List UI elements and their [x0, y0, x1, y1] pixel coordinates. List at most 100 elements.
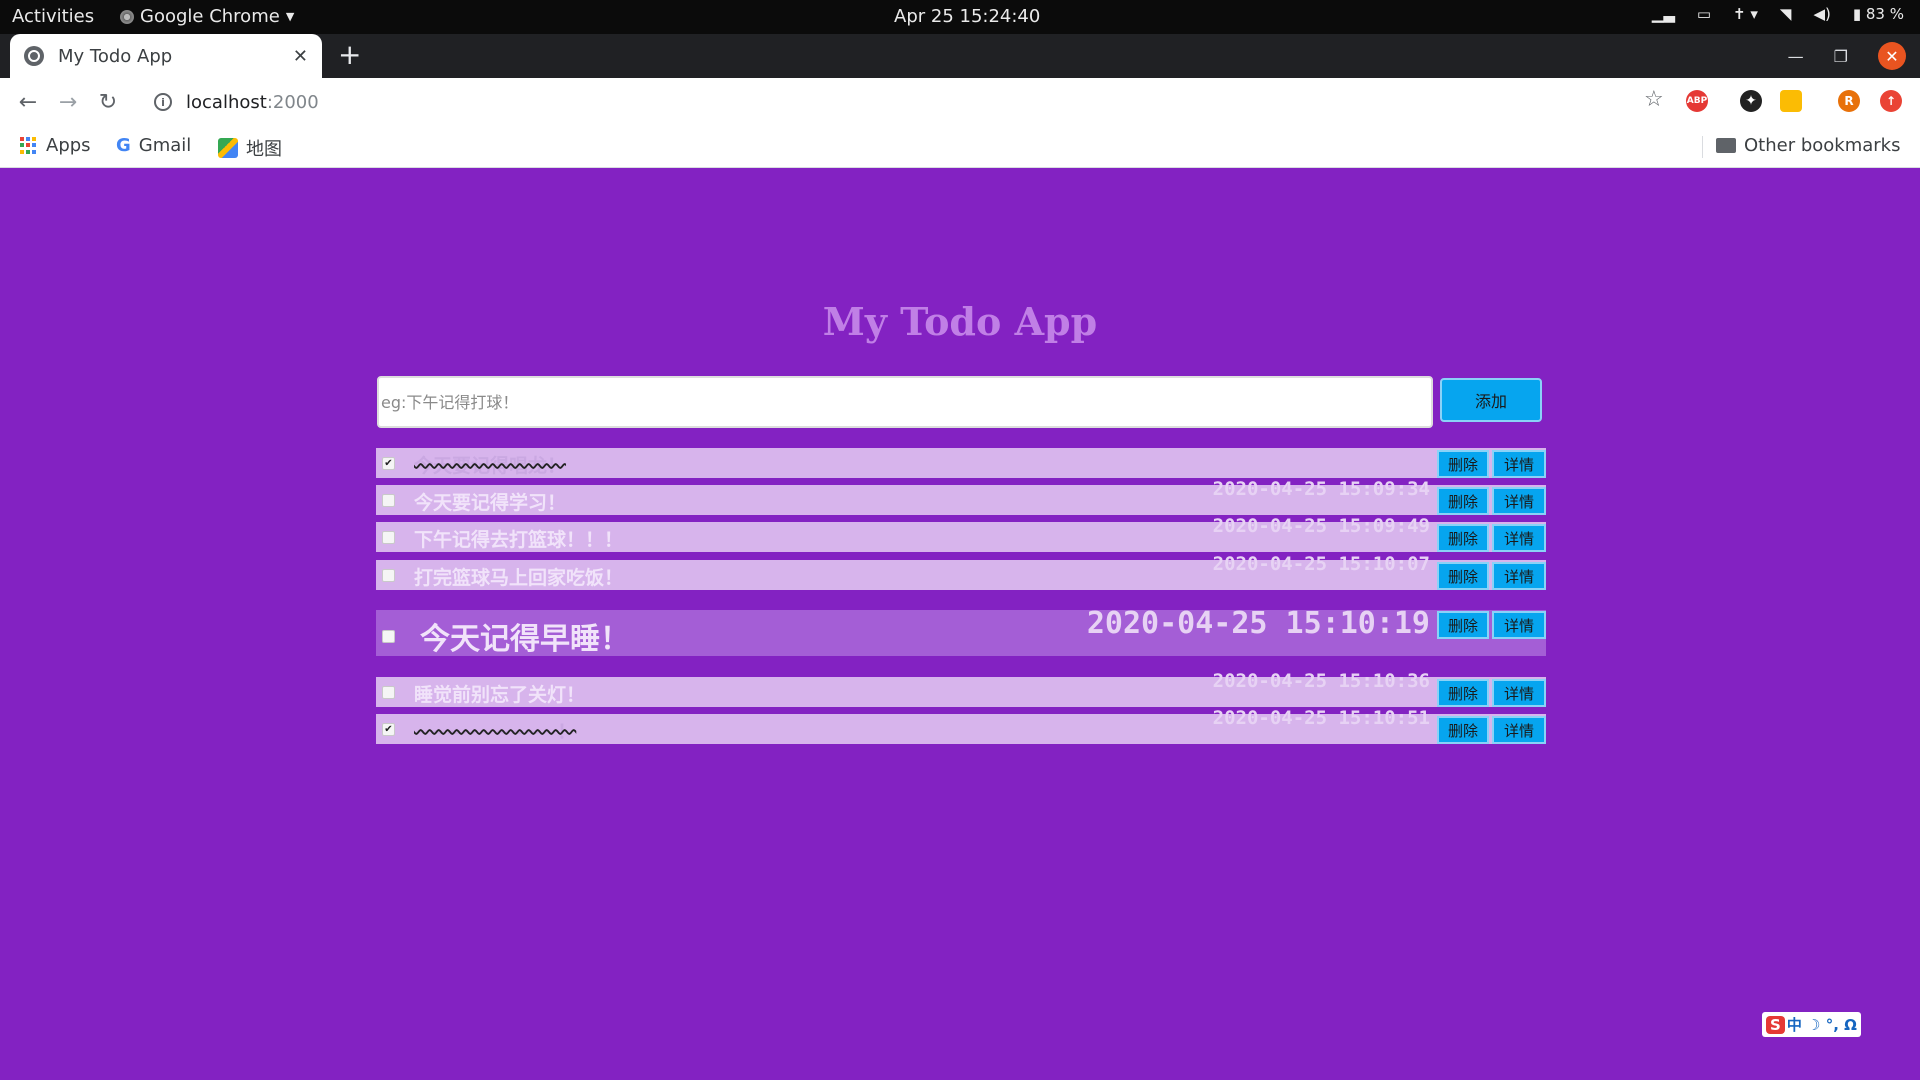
- battery-percent: 83 %: [1865, 5, 1904, 23]
- system-tray[interactable]: ▁▃ ▭ ✝ ▾ ◥ ◀) ▮ 83 %: [1652, 5, 1904, 23]
- paw-extension-icon[interactable]: ✦: [1740, 90, 1762, 112]
- detail-button[interactable]: 详情: [1492, 524, 1546, 552]
- profile-avatar[interactable]: R: [1838, 90, 1860, 112]
- other-bookmarks-label: Other bookmarks: [1744, 135, 1901, 156]
- google-icon: G: [116, 135, 131, 156]
- accessibility-icon: ✝ ▾: [1733, 5, 1758, 23]
- bookmark-apps-label: Apps: [46, 135, 91, 156]
- window-controls: — ❐ ✕: [1788, 42, 1906, 70]
- todo-text: 今天要记得唱龙！: [414, 455, 567, 477]
- todo-text: 今天记得早睡！: [420, 622, 630, 657]
- add-button[interactable]: 添加: [1440, 378, 1542, 422]
- restore-icon[interactable]: ❐: [1834, 47, 1848, 66]
- network-icon: ▁▃: [1651, 5, 1675, 23]
- todo-text: 打完篮球马上回家吃饭！: [414, 567, 624, 589]
- todo-item: 打完篮球马上回家吃饭！ 2020-04-25 15:10:07 删除 详情: [376, 553, 1546, 590]
- minimize-icon[interactable]: —: [1788, 47, 1804, 66]
- todo-item: ✔ 今天要记得唱龙！ 删除 详情: [376, 448, 1546, 478]
- wifi-icon: ◥: [1779, 5, 1792, 23]
- keyboard-icon: ▭: [1696, 5, 1712, 23]
- todo-text: 下午记得去打篮球！！！: [414, 529, 624, 551]
- bookmark-apps[interactable]: Apps: [20, 135, 91, 156]
- todo-text: 今天要记得学习！: [414, 492, 567, 514]
- url-host: localhost: [186, 91, 267, 113]
- bookmark-maps[interactable]: 地图: [218, 135, 282, 161]
- reload-icon[interactable]: ↻: [88, 90, 128, 115]
- app-menu[interactable]: Google Chrome ▼: [120, 6, 294, 27]
- url-port: :2000: [266, 91, 319, 113]
- close-tab-icon[interactable]: ✕: [293, 46, 308, 67]
- todo-checkbox[interactable]: [382, 531, 395, 544]
- detail-button[interactable]: 详情: [1492, 450, 1546, 478]
- sogou-icon: S: [1766, 1015, 1785, 1034]
- todo-checkbox[interactable]: ✔: [382, 457, 395, 470]
- tab-strip: My Todo App ✕ + — ❐ ✕: [0, 34, 1920, 78]
- detail-button[interactable]: 详情: [1492, 679, 1546, 707]
- apps-grid-icon: [20, 136, 38, 155]
- bookmark-star-icon[interactable]: ☆: [1644, 87, 1664, 112]
- detail-button[interactable]: 详情: [1492, 487, 1546, 515]
- back-icon[interactable]: ←: [8, 90, 48, 115]
- battery-indicator: ▮ 83 %: [1852, 5, 1904, 23]
- detail-button[interactable]: 详情: [1492, 716, 1546, 744]
- todo-item: 睡觉前别忘了关灯！ 2020-04-25 15:10:36 删除 详情: [376, 670, 1546, 707]
- todo-text: 睡觉前别忘了关灯！: [414, 684, 586, 706]
- todo-checkbox[interactable]: [382, 630, 395, 643]
- activities-button[interactable]: Activities: [12, 6, 94, 27]
- delete-button[interactable]: 删除: [1437, 450, 1489, 478]
- system-top-bar: Activities Google Chrome ▼ Apr 25 15:24:…: [0, 0, 1920, 34]
- browser-toolbar: ← → ↻ i localhost:2000 ☆ ABP ✦ R ↑: [0, 78, 1920, 126]
- delete-button[interactable]: 删除: [1437, 562, 1489, 590]
- bookmark-maps-label: 地图: [246, 139, 282, 160]
- todo-item: 下午记得去打篮球！！！ 2020-04-25 15:09:49 删除 详情: [376, 515, 1546, 552]
- app-title: My Todo App: [822, 299, 1098, 344]
- address-bar[interactable]: i localhost:2000: [140, 84, 1670, 120]
- ime-labels: 中 ☽ °, Ω: [1786, 1016, 1857, 1034]
- todo-checkbox[interactable]: ✔: [382, 723, 395, 736]
- volume-icon: ◀): [1813, 5, 1831, 23]
- todo-timestamp: 2020-04-25 15:10:36: [1212, 670, 1430, 692]
- detail-button[interactable]: 详情: [1492, 562, 1546, 590]
- chevron-down-icon: ▼: [285, 10, 295, 23]
- todo-checkbox[interactable]: [382, 494, 395, 507]
- todo-timestamp: 2020-04-25 15:09:34: [1212, 478, 1430, 500]
- delete-button[interactable]: 删除: [1437, 524, 1489, 552]
- forward-icon[interactable]: →: [48, 90, 88, 115]
- tab-title: My Todo App: [58, 45, 173, 67]
- detail-button[interactable]: 详情: [1492, 611, 1546, 639]
- todo-timestamp: 2020-04-25 15:10:19: [1086, 606, 1430, 641]
- other-bookmarks[interactable]: Other bookmarks: [1716, 135, 1900, 156]
- todo-checkbox[interactable]: [382, 686, 395, 699]
- clock[interactable]: Apr 25 15:24:40: [894, 6, 1040, 27]
- bookmark-gmail-label: Gmail: [138, 135, 192, 156]
- update-icon[interactable]: ↑: [1880, 90, 1902, 112]
- delete-button[interactable]: 删除: [1437, 716, 1489, 744]
- bookmarks-bar: Apps G Gmail 地图 Other bookmarks: [0, 126, 1920, 168]
- todo-item: 今天要记得学习！ 2020-04-25 15:09:34 删除 详情: [376, 478, 1546, 515]
- close-window-icon[interactable]: ✕: [1878, 42, 1906, 70]
- delete-button[interactable]: 删除: [1437, 679, 1489, 707]
- orange-extension-icon[interactable]: [1780, 90, 1802, 112]
- todo-text: ~~~~~~~~~！: [414, 721, 577, 743]
- adblock-extension-icon[interactable]: ABP: [1686, 90, 1708, 112]
- tab-my-todo-app[interactable]: My Todo App ✕: [10, 34, 322, 78]
- todo-item: 今天记得早睡！ 2020-04-25 15:10:19 删除 详情: [376, 606, 1546, 657]
- chrome-icon: [120, 9, 134, 24]
- app-menu-label: Google Chrome: [140, 6, 280, 27]
- todo-timestamp: 2020-04-25 15:10:51: [1212, 707, 1430, 729]
- page-content: My Todo App 添加 ✔今天要记得唱龙！删除详情今天要记得学习！2020…: [0, 169, 1920, 1080]
- todo-checkbox[interactable]: [382, 569, 395, 582]
- delete-button[interactable]: 删除: [1437, 611, 1489, 639]
- new-tab-button[interactable]: +: [338, 40, 361, 70]
- delete-button[interactable]: 删除: [1437, 487, 1489, 515]
- globe-icon: [24, 46, 44, 66]
- bookmark-gmail[interactable]: G Gmail: [116, 135, 191, 156]
- todo-item: ✔ ~~~~~~~~~！ 2020-04-25 15:10:51 删除 详情: [376, 707, 1546, 744]
- todo-timestamp: 2020-04-25 15:09:49: [1212, 515, 1430, 537]
- ime-toolbar[interactable]: S 中 ☽ °, Ω: [1762, 1012, 1861, 1037]
- maps-icon: [218, 138, 238, 158]
- todo-input[interactable]: [377, 376, 1433, 428]
- bookmarks-divider: [1702, 136, 1703, 158]
- todo-timestamp: 2020-04-25 15:10:07: [1212, 553, 1430, 575]
- info-icon[interactable]: i: [154, 93, 172, 111]
